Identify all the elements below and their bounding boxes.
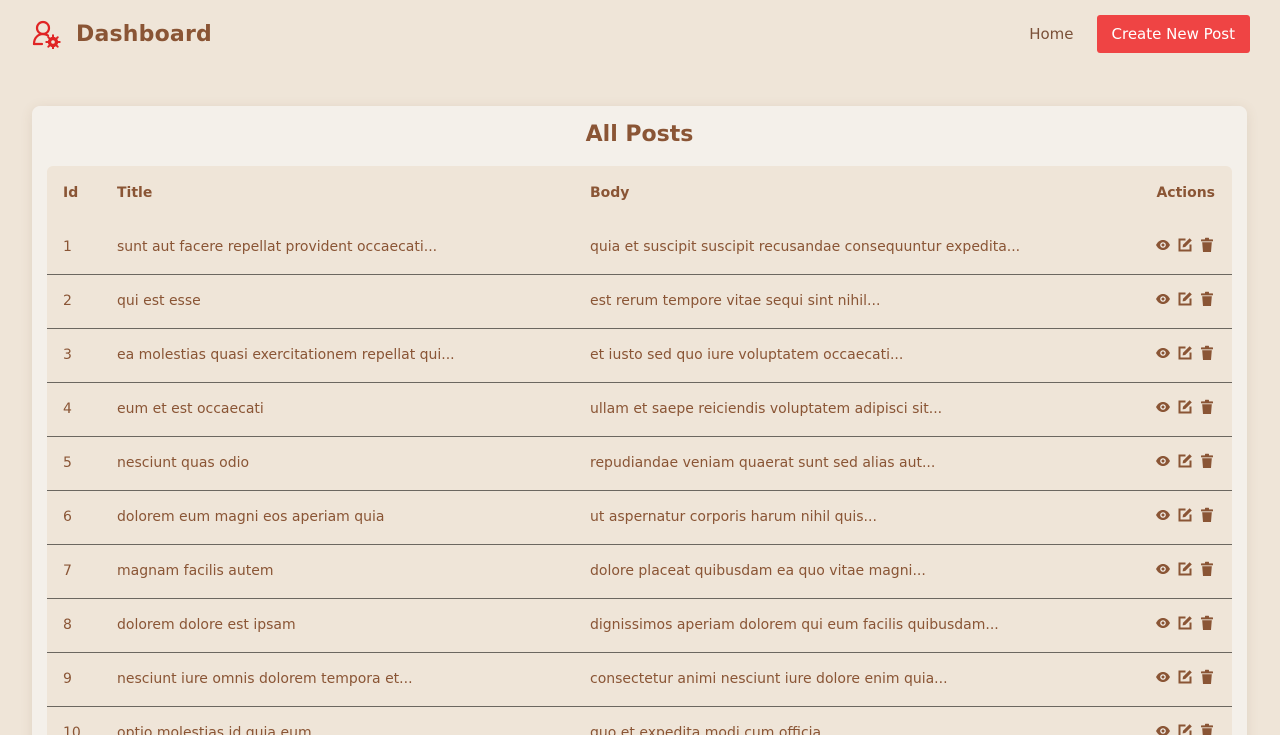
edit-icon[interactable] (1177, 453, 1193, 469)
cell-title: magnam facilis autem (117, 563, 274, 579)
edit-icon[interactable] (1177, 345, 1193, 361)
trash-icon[interactable] (1199, 723, 1215, 735)
table-row: 1 sunt aut facere repellat provident occ… (47, 220, 1232, 274)
trash-icon[interactable] (1199, 615, 1215, 631)
cell-id: 6 (63, 509, 72, 525)
edit-icon[interactable] (1177, 399, 1193, 415)
cell-actions (1090, 220, 1232, 274)
cell-body: ut aspernatur corporis harum nihil quis.… (590, 509, 877, 525)
cell-title: qui est esse (117, 293, 201, 309)
table-row: 9 nesciunt iure omnis dolorem tempora et… (47, 652, 1232, 706)
cell-id: 3 (63, 347, 72, 363)
trash-icon[interactable] (1199, 561, 1215, 577)
table-row: 3 ea molestias quasi exercitationem repe… (47, 328, 1232, 382)
cell-id: 5 (63, 455, 72, 471)
cell-body: repudiandae veniam quaerat sunt sed alia… (590, 455, 936, 471)
cell-title: sunt aut facere repellat provident occae… (117, 238, 438, 255)
cell-actions (1090, 328, 1232, 382)
trash-icon[interactable] (1199, 453, 1215, 469)
cell-id: 4 (63, 401, 72, 417)
cell-id: 7 (63, 563, 72, 579)
cell-id: 8 (63, 617, 72, 633)
table-body: 1 sunt aut facere repellat provident occ… (47, 220, 1232, 735)
cell-actions (1090, 436, 1232, 490)
cell-title: nesciunt iure omnis dolorem tempora et..… (117, 671, 413, 687)
eye-icon[interactable] (1155, 399, 1171, 415)
cell-actions (1090, 490, 1232, 544)
edit-icon[interactable] (1177, 291, 1193, 307)
trash-icon[interactable] (1199, 669, 1215, 685)
eye-icon[interactable] (1155, 291, 1171, 307)
table-row: 6 dolorem eum magni eos aperiam quia ut … (47, 490, 1232, 544)
brand[interactable]: Dashboard (31, 18, 212, 50)
cell-actions (1090, 382, 1232, 436)
table-row: 8 dolorem dolore est ipsam dignissimos a… (47, 598, 1232, 652)
eye-icon[interactable] (1155, 669, 1171, 685)
table-row: 4 eum et est occaecati ullam et saepe re… (47, 382, 1232, 436)
cell-actions (1090, 544, 1232, 598)
edit-icon[interactable] (1177, 669, 1193, 685)
edit-icon[interactable] (1177, 561, 1193, 577)
brand-title: Dashboard (76, 21, 212, 47)
cell-body: quo et expedita modi cum officia... (590, 725, 835, 735)
edit-icon[interactable] (1177, 723, 1193, 735)
table-row: 2 qui est esse est rerum tempore vitae s… (47, 274, 1232, 328)
cell-body: dolore placeat quibusdam ea quo vitae ma… (590, 563, 926, 579)
posts-card: All Posts Id Title Body Actions 1 sunt a… (32, 106, 1247, 735)
cell-title: dolorem dolore est ipsam (117, 617, 296, 633)
cell-id: 9 (63, 671, 72, 687)
cell-id: 1 (63, 238, 72, 255)
edit-icon[interactable] (1177, 507, 1193, 523)
edit-icon[interactable] (1177, 615, 1193, 631)
cell-body: dignissimos aperiam dolorem qui eum faci… (590, 617, 999, 633)
eye-icon[interactable] (1155, 453, 1171, 469)
eye-icon[interactable] (1155, 345, 1171, 361)
trash-icon[interactable] (1199, 507, 1215, 523)
eye-icon[interactable] (1155, 723, 1171, 735)
column-header-title: Title (117, 185, 153, 201)
table-row: 5 nesciunt quas odio repudiandae veniam … (47, 436, 1232, 490)
trash-icon[interactable] (1199, 345, 1215, 361)
cell-title: nesciunt quas odio (117, 455, 250, 471)
cell-body: consectetur animi nesciunt iure dolore e… (590, 671, 948, 687)
posts-table-container: Id Title Body Actions 1 sunt aut facere … (47, 166, 1232, 735)
cell-actions (1090, 706, 1232, 735)
table-row: 7 magnam facilis autem dolore placeat qu… (47, 544, 1232, 598)
column-header-id: Id (63, 185, 79, 201)
trash-icon[interactable] (1199, 237, 1215, 253)
eye-icon[interactable] (1155, 561, 1171, 577)
top-navbar: Dashboard Home Create New Post (0, 0, 1280, 68)
cell-title: eum et est occaecati (117, 401, 264, 417)
column-header-body: Body (590, 185, 630, 201)
cell-title: dolorem eum magni eos aperiam quia (117, 509, 385, 525)
cell-body: quia et suscipit suscipit recusandae con… (590, 238, 1021, 255)
trash-icon[interactable] (1199, 399, 1215, 415)
cell-title: ea molestias quasi exercitationem repell… (117, 347, 455, 363)
nav-home-link[interactable]: Home (1029, 25, 1073, 43)
cell-body: ullam et saepe reiciendis voluptatem adi… (590, 401, 943, 417)
table-header-row: Id Title Body Actions (47, 166, 1232, 220)
cell-actions (1090, 598, 1232, 652)
eye-icon[interactable] (1155, 237, 1171, 253)
column-header-actions: Actions (1156, 185, 1215, 201)
posts-table: Id Title Body Actions 1 sunt aut facere … (47, 166, 1232, 735)
create-post-button[interactable]: Create New Post (1096, 15, 1250, 53)
eye-icon[interactable] (1155, 507, 1171, 523)
cell-id: 2 (63, 293, 72, 309)
table-row: 10 optio molestias id quia eum quo et ex… (47, 706, 1232, 735)
cell-actions (1090, 274, 1232, 328)
header-nav: Home Create New Post (1029, 15, 1250, 53)
eye-icon[interactable] (1155, 615, 1171, 631)
user-gear-icon (32, 20, 61, 49)
trash-icon[interactable] (1199, 291, 1215, 307)
page-title: All Posts (585, 122, 694, 147)
cell-title: optio molestias id quia eum (117, 725, 312, 735)
cell-id: 10 (63, 725, 81, 735)
edit-icon[interactable] (1177, 237, 1193, 253)
cell-body: est rerum tempore vitae sequi sint nihil… (590, 293, 881, 309)
cell-actions (1090, 652, 1232, 706)
cell-body: et iusto sed quo iure voluptatem occaeca… (590, 347, 904, 363)
